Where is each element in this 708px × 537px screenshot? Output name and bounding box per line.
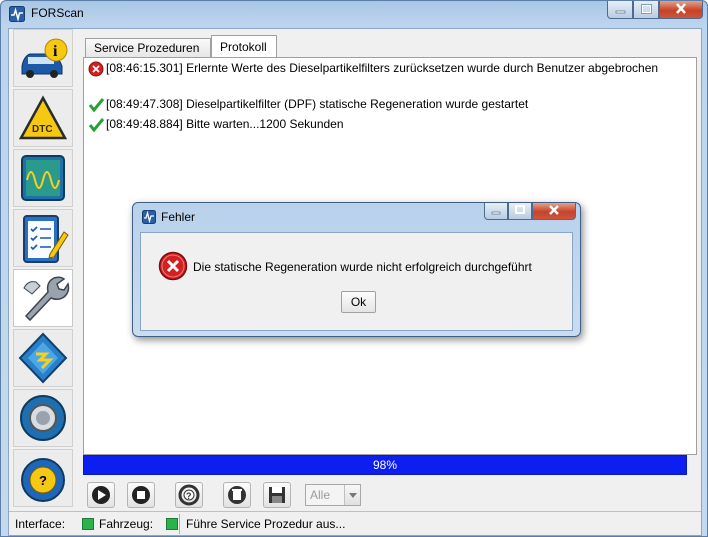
filter-select[interactable]: Alle	[305, 484, 361, 506]
svg-text:i: i	[53, 43, 58, 60]
error-dialog: Fehler Die statische Regeneration wurde …	[132, 202, 581, 337]
title-bar[interactable]: FORScan	[1, 1, 707, 25]
dialog-close-button[interactable]	[532, 203, 576, 220]
sidebar-item-module-config[interactable]	[13, 329, 73, 387]
chevron-down-icon	[344, 485, 360, 505]
tab-protocol[interactable]: Protokoll	[211, 35, 277, 58]
toolbar: ? Alle	[87, 481, 361, 509]
svg-text:?: ?	[186, 491, 192, 501]
checklist-icon	[23, 215, 69, 263]
vehicle-status-led	[166, 518, 178, 530]
run-button[interactable]	[87, 482, 115, 508]
ok-button[interactable]: Ok	[341, 291, 376, 313]
svg-text:?: ?	[39, 473, 47, 488]
dialog-title: Fehler	[161, 210, 196, 224]
trash-icon	[228, 486, 246, 504]
help-steering-icon: ?	[21, 458, 65, 502]
sidebar-item-oscilloscope[interactable]	[13, 149, 73, 207]
status-message: Führe Service Prozedur aus...	[179, 514, 699, 534]
sidebar-item-dtc[interactable]: DTC	[13, 89, 73, 147]
oscilloscope-icon	[21, 155, 65, 201]
forscan-window: FORScan i DTC ? Service Prozeduren Proto…	[0, 0, 708, 537]
lifebuoy-help-icon: ?	[178, 484, 200, 506]
help-button[interactable]: ?	[175, 482, 203, 508]
module-config-icon	[18, 332, 68, 384]
stop-button[interactable]	[127, 482, 155, 508]
close-icon	[676, 3, 686, 14]
maximize-icon	[641, 4, 652, 14]
interface-status-led	[82, 518, 94, 530]
log-entry: [08:49:48.884] Bitte warten...1200 Sekun…	[88, 116, 666, 133]
window-title: FORScan	[31, 6, 84, 20]
floppy-disk-icon	[269, 487, 285, 503]
log-entry-text: [08:49:47.308] Dieselpartikelfilter (DPF…	[106, 97, 529, 111]
progress-bar: 98%	[83, 455, 687, 475]
filter-select-value: Alle	[310, 488, 331, 502]
sidebar: i DTC ?	[9, 29, 75, 509]
sidebar-item-help[interactable]: ?	[13, 449, 73, 507]
checkmark-icon	[88, 118, 105, 133]
sidebar-item-checklist[interactable]	[13, 209, 73, 267]
log-entry-text: [08:46:15.301] Erlernte Werte des Diesel…	[106, 61, 659, 75]
sidebar-item-settings[interactable]	[13, 389, 73, 447]
play-icon	[92, 486, 110, 504]
interface-label: Interface:	[15, 517, 66, 531]
forscan-app-icon	[9, 6, 25, 22]
minimize-icon	[491, 211, 501, 215]
error-icon	[158, 251, 188, 281]
maximize-icon	[515, 205, 525, 214]
error-icon	[88, 61, 104, 77]
clear-log-button[interactable]	[223, 482, 251, 508]
checkmark-icon	[88, 98, 105, 113]
svg-text:DTC: DTC	[32, 124, 53, 135]
vehicle-info-icon: i	[21, 38, 68, 78]
maximize-button[interactable]	[633, 1, 659, 19]
dialog-maximize-button[interactable]	[508, 203, 532, 220]
status-bar: Interface: Fahrzeug: Führe Service Proze…	[9, 511, 701, 535]
forscan-app-icon	[142, 210, 156, 224]
dialog-minimize-button[interactable]	[484, 203, 508, 220]
progress-label: 98%	[372, 458, 398, 472]
close-button[interactable]	[659, 1, 703, 19]
service-wrench-icon	[23, 276, 70, 322]
minimize-button[interactable]	[607, 1, 633, 19]
log-entry-text: [08:49:48.884] Bitte warten...1200 Sekun…	[106, 117, 344, 131]
dialog-body: Die statische Regeneration wurde nicht e…	[140, 232, 573, 331]
close-icon	[549, 205, 559, 215]
vehicle-label: Fahrzeug:	[99, 517, 154, 531]
log-entry: [08:49:47.308] Dieselpartikelfilter (DPF…	[88, 96, 666, 113]
log-entry: [08:46:15.301] Erlernte Werte des Diesel…	[88, 60, 666, 77]
save-log-button[interactable]	[263, 482, 291, 508]
stop-icon	[132, 486, 150, 504]
tab-service-procedures[interactable]: Service Prozeduren	[85, 38, 211, 57]
sidebar-item-vehicle-info[interactable]: i	[13, 29, 73, 87]
settings-gear-icon	[20, 395, 66, 441]
dtc-icon: DTC	[18, 95, 68, 140]
minimize-icon	[615, 10, 626, 14]
sidebar-item-service[interactable]	[13, 269, 73, 327]
dialog-message: Die statische Regeneration wurde nicht e…	[193, 260, 532, 274]
